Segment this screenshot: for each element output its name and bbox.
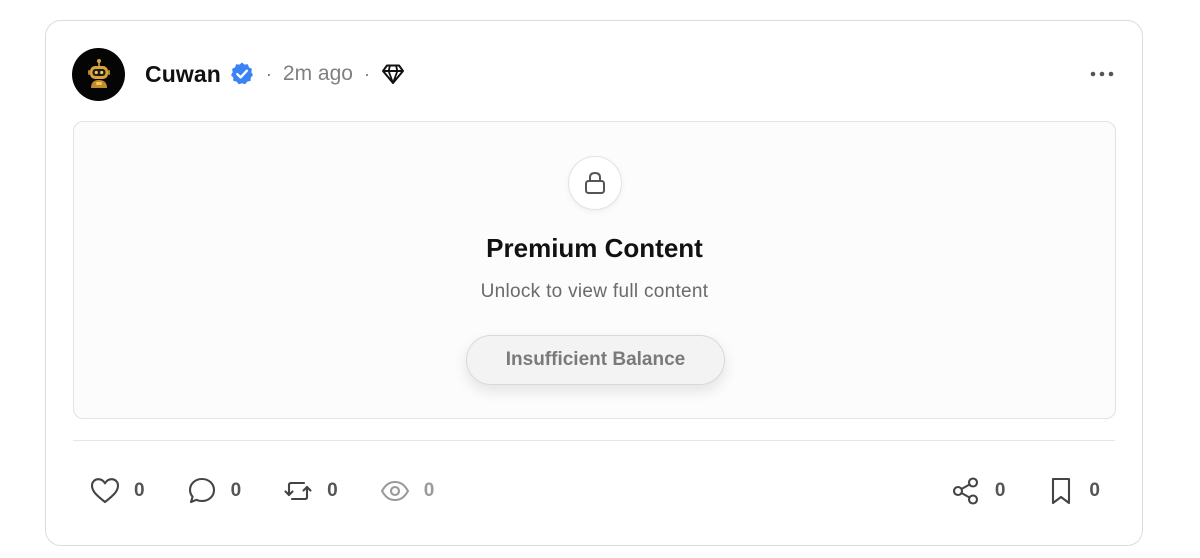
- robot-mascot-icon: [87, 59, 110, 88]
- lock-icon: [585, 171, 605, 194]
- avatar[interactable]: [72, 47, 125, 101]
- premium-title: Premium Content: [486, 233, 703, 263]
- action-bar: 0 0 0 0 0 0: [90, 471, 1100, 511]
- comment-button[interactable]: 0: [187, 476, 242, 506]
- separator-dot: ·: [363, 63, 370, 84]
- like-button[interactable]: 0: [90, 477, 145, 505]
- bookmark-button[interactable]: 0: [1047, 476, 1100, 506]
- views-indicator: 0: [380, 479, 435, 503]
- author-name[interactable]: Cuwan: [145, 61, 221, 88]
- action-bar-right: 0 0: [951, 476, 1100, 506]
- heart-icon: [90, 478, 120, 504]
- comment-icon: [188, 477, 215, 504]
- post-header: Cuwan · 2m ago ·: [72, 47, 1116, 101]
- views-count: 0: [423, 480, 435, 501]
- post-timestamp: 2m ago: [282, 62, 353, 85]
- repost-button[interactable]: 0: [283, 477, 338, 505]
- eye-icon: [380, 480, 409, 502]
- bookmark-icon: [1052, 477, 1071, 505]
- verified-badge-icon: [229, 61, 255, 87]
- share-button[interactable]: 0: [951, 476, 1006, 506]
- separator-dot: ·: [265, 63, 272, 84]
- diamond-icon: [381, 62, 405, 86]
- premium-subtitle: Unlock to view full content: [480, 281, 709, 302]
- insufficient-balance-button[interactable]: Insufficient Balance: [466, 335, 725, 385]
- divider: [73, 440, 1115, 441]
- repost-count: 0: [327, 480, 338, 501]
- post-card: Cuwan · 2m ago · Premium Content Unlock …: [45, 20, 1143, 546]
- like-count: 0: [134, 480, 145, 501]
- share-icon: [952, 477, 978, 505]
- share-count: 0: [994, 480, 1006, 501]
- repost-icon: [284, 481, 312, 501]
- bookmark-count: 0: [1089, 480, 1100, 501]
- more-horizontal-icon: [1090, 71, 1114, 77]
- lock-badge: [568, 156, 622, 210]
- comment-count: 0: [230, 480, 242, 501]
- premium-content-panel: Premium Content Unlock to view full cont…: [73, 121, 1116, 419]
- more-options-button[interactable]: [1082, 54, 1122, 94]
